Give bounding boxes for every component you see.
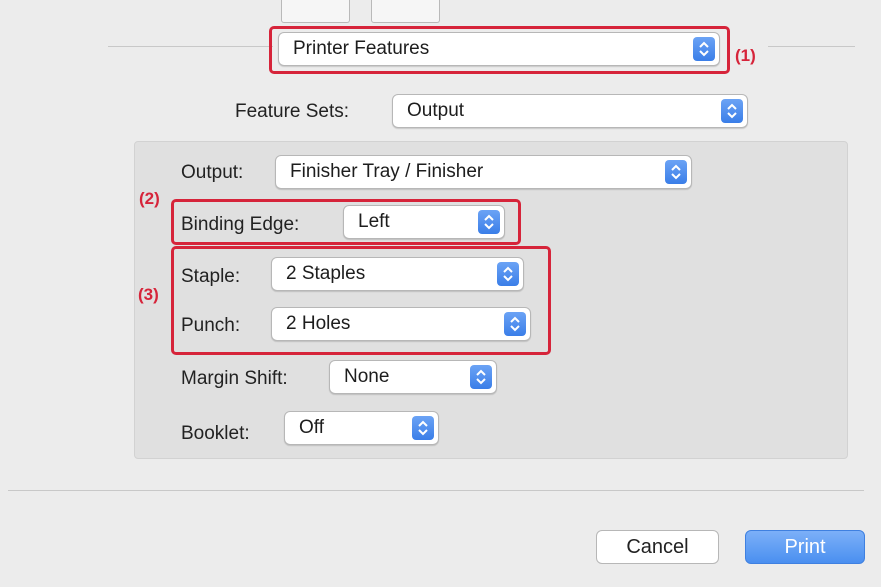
binding-edge-value: Left — [358, 211, 390, 232]
top-tab-right — [371, 0, 440, 23]
punch-label: Punch: — [181, 315, 241, 336]
output-value: Finisher Tray / Finisher — [290, 161, 484, 182]
binding-edge-popup[interactable]: Left — [343, 205, 505, 239]
chevron-up-down-icon — [412, 416, 434, 440]
feature-sets-value: Output — [407, 100, 465, 121]
chevron-up-down-icon — [665, 160, 687, 184]
punch-value: 2 Holes — [286, 313, 351, 334]
cancel-button[interactable]: Cancel — [596, 530, 719, 564]
margin-shift-popup[interactable]: None — [329, 360, 497, 394]
chevron-up-down-icon — [478, 210, 500, 234]
header-separator-right — [768, 46, 855, 47]
chevron-up-down-icon — [497, 262, 519, 286]
feature-sets-label: Feature Sets: — [235, 101, 350, 122]
staple-label: Staple: — [181, 266, 241, 287]
staple-value: 2 Staples — [286, 263, 366, 284]
staple-popup[interactable]: 2 Staples — [271, 257, 524, 291]
feature-sets-popup[interactable]: Output — [392, 94, 748, 128]
chevron-up-down-icon — [470, 365, 492, 389]
margin-shift-value: None — [344, 366, 390, 387]
header-separator — [108, 46, 273, 47]
output-label: Output: — [181, 162, 244, 183]
callout-label-1: (1) — [735, 46, 756, 65]
callout-label-3: (3) — [138, 285, 159, 304]
output-popup[interactable]: Finisher Tray / Finisher — [275, 155, 692, 189]
booklet-popup[interactable]: Off — [284, 411, 439, 445]
chevron-up-down-icon — [504, 312, 526, 336]
chevron-up-down-icon — [721, 99, 743, 123]
footer-separator — [8, 490, 864, 491]
booklet-value: Off — [299, 417, 324, 438]
print-button[interactable]: Print — [745, 530, 865, 564]
callout-label-2: (2) — [139, 189, 160, 208]
top-tab-left — [281, 0, 350, 23]
callout-box-1 — [269, 26, 730, 74]
margin-shift-label: Margin Shift: — [181, 368, 288, 389]
punch-popup[interactable]: 2 Holes — [271, 307, 531, 341]
booklet-label: Booklet: — [181, 423, 250, 444]
binding-edge-label: Binding Edge: — [181, 214, 300, 235]
